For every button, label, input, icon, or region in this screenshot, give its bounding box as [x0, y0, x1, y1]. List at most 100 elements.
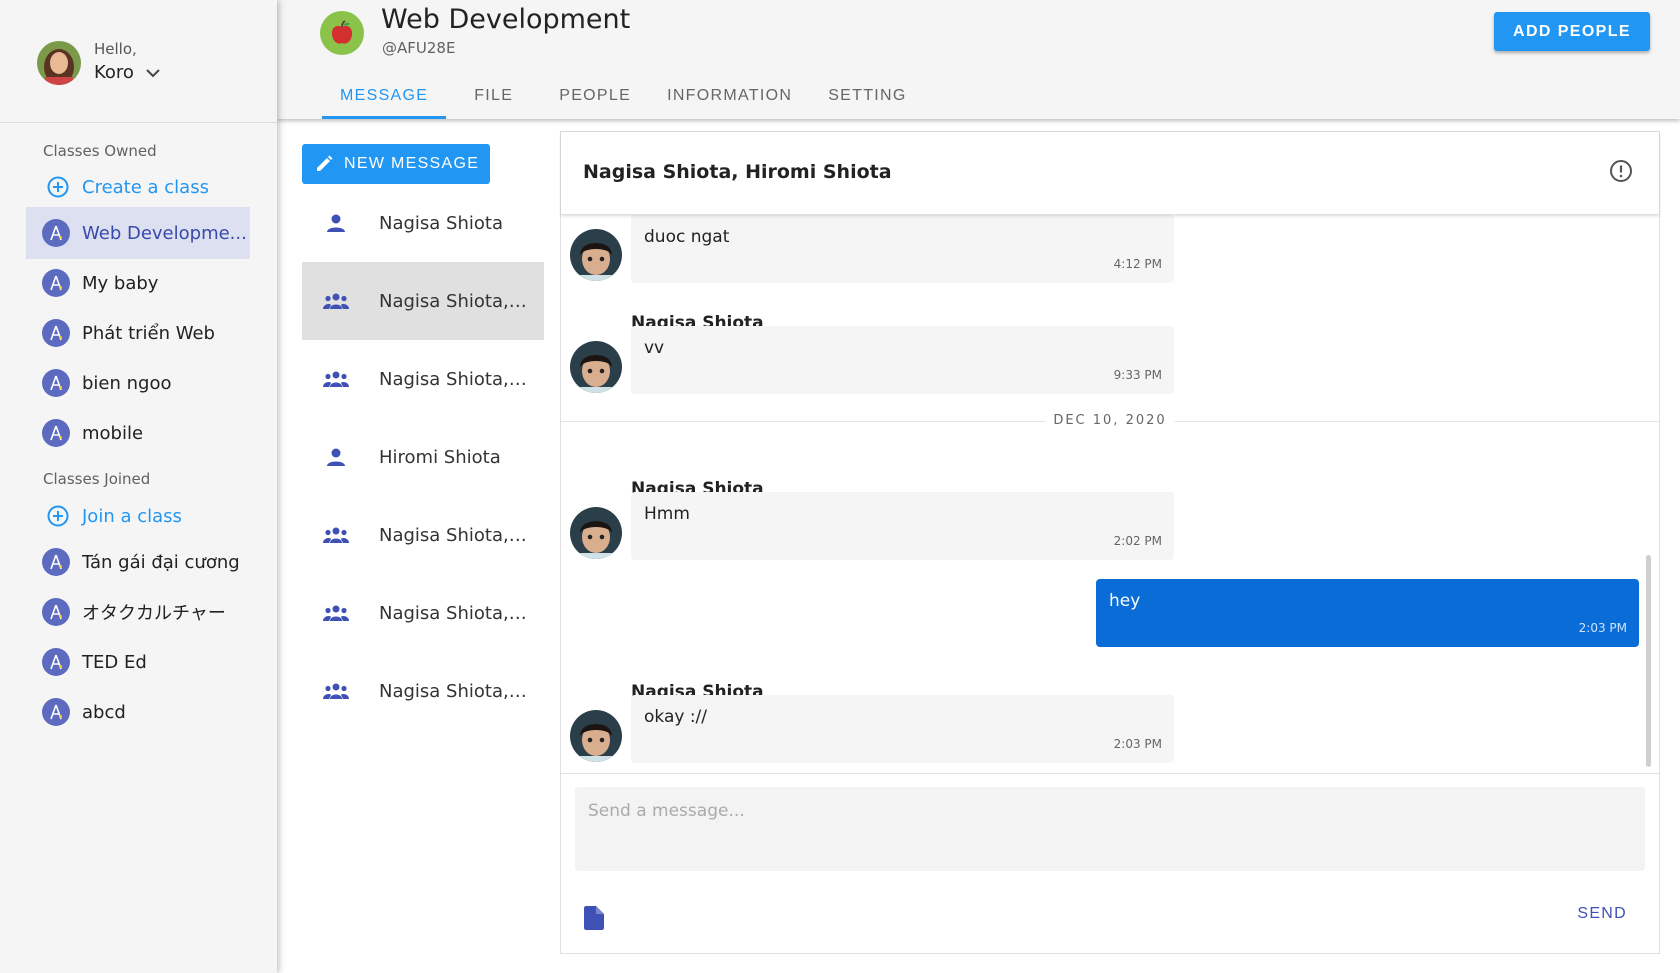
conversation-item[interactable]: Hiromi Shiota — [302, 418, 544, 496]
conversation-item[interactable]: Nagisa Shiota, ... — [302, 262, 544, 340]
class-avatar — [320, 11, 364, 55]
tab-message[interactable]: MESSAGE — [322, 72, 447, 119]
class-icon — [42, 319, 70, 347]
date-separator: DEC 10, 2020 — [561, 411, 1659, 431]
message-text: Hmm — [644, 504, 690, 524]
sender-avatar — [570, 710, 622, 762]
user-menu[interactable]: Koro — [94, 62, 160, 83]
add-people-button[interactable]: ADD PEOPLE — [1493, 12, 1650, 51]
class-icon — [42, 698, 70, 726]
conversation-label: Nagisa Shiota — [379, 212, 503, 234]
greeting-text: Hello, — [94, 40, 137, 58]
person-icon — [327, 448, 345, 466]
date-separator-label: DEC 10, 2020 — [1045, 413, 1175, 428]
send-button[interactable]: SEND — [1577, 905, 1627, 923]
user-panel: Hello, Koro — [0, 0, 277, 123]
user-avatar[interactable] — [37, 41, 81, 85]
message-time: 9:33 PM — [1113, 368, 1162, 382]
sidebar-class-phat-trien-web[interactable]: Phát triển Web — [26, 307, 250, 359]
sender-avatar — [570, 341, 622, 393]
conversation-item[interactable]: Nagisa Shiota — [302, 184, 544, 262]
message-time: 2:03 PM — [1578, 621, 1627, 635]
conversation-label: Nagisa Shiota, ... — [379, 524, 529, 546]
new-message-label: NEW MESSAGE — [344, 155, 480, 172]
message-text: hey — [1109, 591, 1141, 611]
class-label: TED Ed — [82, 651, 147, 673]
class-label: Web Developme... — [82, 222, 247, 244]
message-text: duoc ngat — [644, 227, 730, 247]
class-icon — [42, 219, 70, 247]
conversation-label: Nagisa Shiota, ... — [379, 680, 529, 702]
sidebar-class-my-baby[interactable]: My baby — [26, 257, 250, 309]
sender-avatar — [570, 229, 622, 281]
conversation-item[interactable]: Nagisa Shiota, ... — [302, 652, 544, 730]
sidebar-class-otaku-culture[interactable]: オタクカルチャー — [26, 586, 250, 638]
file-icon[interactable] — [584, 906, 604, 930]
conversation-label: Nagisa Shiota, ... — [379, 368, 529, 390]
tab-setting[interactable]: SETTING — [810, 72, 924, 119]
class-icon — [42, 369, 70, 397]
message-bubble: okay :// 2:03 PM — [631, 695, 1174, 763]
join-class-link[interactable]: Join a class — [47, 505, 182, 527]
classes-owned-heading: Classes Owned — [43, 142, 157, 160]
sidebar-class-tan-gai-dai-cuong[interactable]: Tán gái đại cương — [26, 536, 250, 588]
message-time: 4:12 PM — [1113, 257, 1162, 271]
class-header: Web Development @AFU28E ADD PEOPLE MESSA… — [277, 0, 1680, 119]
tab-file[interactable]: FILE — [446, 72, 541, 119]
class-code: @AFU28E — [382, 39, 456, 57]
conversation-item[interactable]: Nagisa Shiota, ... — [302, 574, 544, 652]
class-icon — [42, 548, 70, 576]
sidebar-class-ted-ed[interactable]: TED Ed — [26, 636, 250, 688]
tab-information[interactable]: INFORMATION — [649, 72, 810, 119]
pencil-icon — [317, 155, 333, 171]
chat-panel: Nagisa Shiota, Hiromi Shiota duoc ngat 4… — [560, 131, 1660, 954]
sidebar: Hello, Koro Classes Owned Create a class… — [0, 0, 277, 973]
conversation-item[interactable]: Nagisa Shiota, ... — [302, 496, 544, 574]
person-icon — [327, 214, 345, 232]
conversation-label: Hiromi Shiota — [379, 446, 501, 468]
chat-header: Nagisa Shiota, Hiromi Shiota — [561, 132, 1659, 215]
message-text: vv — [644, 338, 665, 358]
classes-joined-heading: Classes Joined — [43, 470, 151, 488]
sender-avatar — [570, 507, 622, 559]
tab-bar: MESSAGE FILE PEOPLE INFORMATION SETTING — [322, 72, 925, 119]
new-message-button[interactable]: NEW MESSAGE — [302, 144, 490, 184]
conversation-item[interactable]: Nagisa Shiota, ... — [302, 340, 544, 418]
group-icon — [323, 293, 349, 309]
class-title: Web Development — [381, 4, 631, 35]
message-thread: duoc ngat 4:12 PM Nagisa Shiota vv 9:33 … — [561, 215, 1659, 769]
message-input[interactable] — [575, 787, 1645, 871]
create-class-label: Create a class — [82, 176, 209, 198]
add-circle-icon — [47, 505, 69, 527]
apple-icon — [331, 20, 353, 44]
message-text: okay :// — [644, 707, 708, 727]
tab-people[interactable]: PEOPLE — [541, 72, 649, 119]
class-label: mobile — [82, 422, 144, 444]
message-composer: SEND — [561, 773, 1659, 953]
conversation-label: Nagisa Shiota, ... — [379, 602, 529, 624]
own-message-bubble: hey 2:03 PM — [1096, 579, 1639, 647]
message-bubble: vv 9:33 PM — [631, 326, 1174, 394]
class-label: My baby — [82, 272, 159, 294]
create-class-link[interactable]: Create a class — [47, 176, 209, 198]
group-icon — [323, 683, 349, 699]
user-name: Koro — [94, 62, 134, 83]
class-icon — [42, 269, 70, 297]
class-icon — [42, 648, 70, 676]
class-label: Phát triển Web — [82, 322, 215, 344]
sidebar-class-abcd[interactable]: abcd — [26, 686, 250, 738]
group-icon — [323, 527, 349, 543]
info-icon[interactable] — [1609, 159, 1633, 183]
add-circle-icon — [47, 176, 69, 198]
message-bubble: Hmm 2:02 PM — [631, 492, 1174, 560]
message-time: 2:03 PM — [1113, 737, 1162, 751]
sidebar-class-web-development[interactable]: Web Developme... — [26, 207, 250, 259]
sidebar-class-mobile[interactable]: mobile — [26, 407, 250, 459]
group-icon — [323, 371, 349, 387]
message-scrollbar[interactable] — [1646, 555, 1651, 767]
join-class-label: Join a class — [82, 505, 182, 527]
conversation-list: Nagisa Shiota Nagisa Shiota, ... Nagisa … — [302, 184, 544, 730]
chevron-down-icon — [146, 68, 160, 77]
sidebar-class-bien-ngoo[interactable]: bien ngoo — [26, 357, 250, 409]
group-icon — [323, 605, 349, 621]
